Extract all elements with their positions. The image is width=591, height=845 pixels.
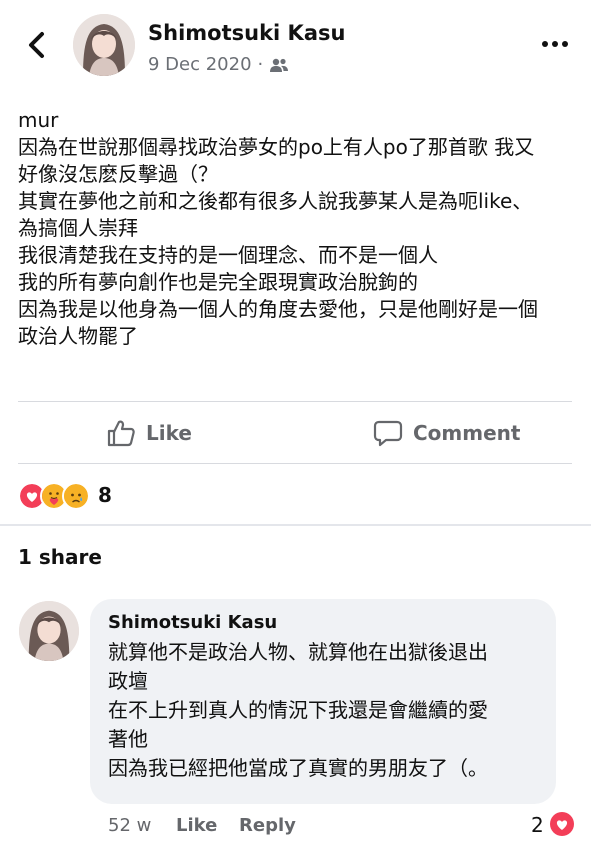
section-divider [0, 524, 591, 526]
like-label: Like [146, 421, 192, 445]
sad-reaction-icon [62, 482, 90, 510]
comment-author-name[interactable]: Shimotsuki Kasu [108, 612, 277, 633]
reaction-icons[interactable] [18, 482, 90, 510]
comment-text-line: 就算他不是政治人物、就算他在出獄後退出 [108, 640, 488, 664]
more-options-button[interactable] [540, 34, 570, 54]
comment-reaction-count[interactable]: 2 [531, 813, 544, 837]
post-text-line: 我的所有夢向創作也是完全跟現實政治脫鉤的 [18, 270, 418, 294]
post-text-line: 為搞個人崇拜 [18, 216, 138, 240]
more-horizontal-icon [542, 41, 568, 47]
divider [18, 401, 572, 402]
reaction-count[interactable]: 8 [98, 483, 112, 507]
comment-text: 就算他不是政治人物、就算他在出獄後退出 政壇 在不上升到真人的情況下我還是會繼續… [108, 638, 548, 783]
post-meta: 9 Dec 2020 · [148, 54, 289, 75]
back-button[interactable] [22, 28, 52, 62]
comment-label: Comment [413, 421, 521, 445]
like-button[interactable]: Like [106, 418, 192, 448]
comment-icon [373, 420, 403, 447]
post-text-line: 好像沒怎麽反擊過（？ [18, 162, 218, 186]
share-count[interactable]: 1 share [18, 545, 102, 569]
comment-reply-button[interactable]: Reply [239, 815, 296, 836]
post-author-name[interactable]: Shimotsuki Kasu [148, 21, 345, 45]
friends-icon [270, 58, 289, 72]
comment-text-line: 政壇 [108, 669, 148, 693]
commenter-avatar[interactable] [19, 601, 79, 661]
love-reaction-icon[interactable] [550, 812, 574, 836]
chevron-left-icon [29, 32, 44, 58]
divider [18, 463, 572, 464]
author-avatar[interactable] [73, 14, 135, 76]
comment-button[interactable]: Comment [373, 418, 520, 448]
meta-separator: · [257, 54, 264, 75]
comment-like-button[interactable]: Like [176, 815, 217, 836]
post-text-line: 政治人物罷了 [18, 324, 138, 348]
comment-text-line: 在不上升到真人的情況下我還是會繼續的愛 [108, 698, 488, 722]
post-text-line: mur [18, 108, 59, 132]
comment-timestamp[interactable]: 52 w [108, 815, 151, 836]
thumbs-up-icon [107, 420, 135, 447]
post-date[interactable]: 9 Dec 2020 [148, 54, 252, 75]
comment-text-line: 因為我已經把他當成了真實的男朋友了（。 [108, 756, 488, 780]
post-text-line: 因為我是以他身為一個人的角度去愛他，只是他剛好是一個 [18, 297, 538, 321]
post-text-line: 其實在夢他之前和之後都有很多人說我夢某人是為呃like、 [18, 189, 533, 213]
post-text-line: 因為在世說那個尋找政治夢女的po上有人po了那首歌 我又 [18, 135, 535, 159]
comment-text-line: 著他 [108, 727, 148, 751]
post-text: mur 因為在世說那個尋找政治夢女的po上有人po了那首歌 我又 好像沒怎麽反擊… [18, 107, 578, 350]
post-text-line: 我很清楚我在支持的是一個理念、而不是一個人 [18, 243, 438, 267]
